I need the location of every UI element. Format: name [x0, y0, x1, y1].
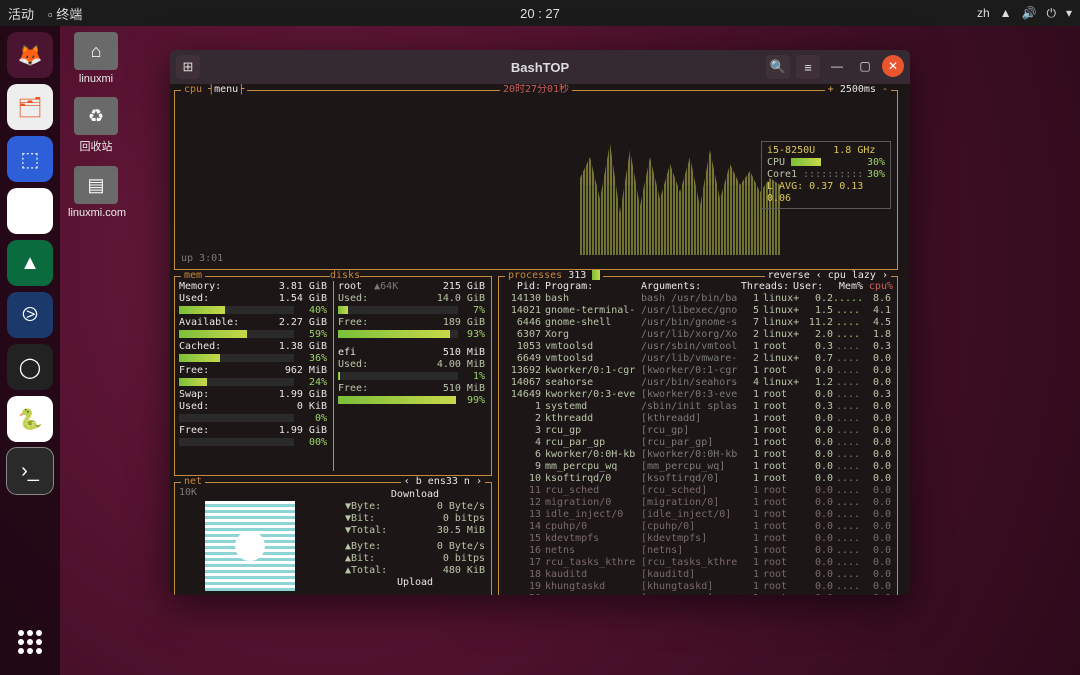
process-row[interactable]: 1053vmtoolsd/usr/sbin/vmtool1root0.3....… [503, 341, 895, 353]
mem-box: mem disks Memory:3.81 GiBUsed:1.54 GiB40… [174, 276, 492, 476]
dock-python[interactable]: 🐍 [7, 396, 53, 442]
search-icon[interactable]: 🔍 [766, 55, 790, 79]
cpu-graph [580, 115, 780, 255]
activities-button[interactable]: 活动 [8, 4, 34, 23]
process-row[interactable]: 11rcu_sched[rcu_sched]1root0.0....0.0 [503, 485, 895, 497]
dock-camera[interactable]: ◯ [7, 344, 53, 390]
process-row[interactable]: 15kdevtmpfs[kdevtmpfs]1root0.0....0.0 [503, 533, 895, 545]
dock: 🦊 🗂 ⬚ ⚙ ▲ ⧁ ◯ 🐍 ›_ [0, 26, 60, 675]
caret-down-icon[interactable]: ▾ [1066, 6, 1072, 20]
process-row[interactable]: 14cpuhp/0[cpuhp/0]1root0.0....0.0 [503, 521, 895, 533]
network-icon[interactable]: ▲ [1000, 6, 1012, 20]
dock-vscode[interactable]: ⧁ [7, 292, 53, 338]
show-apps-button[interactable] [7, 619, 53, 665]
qr-code [205, 501, 295, 591]
desktop-trash[interactable]: ♻回收站 [68, 97, 124, 154]
app-menu[interactable]: ▫ 终端 [48, 4, 82, 23]
process-row[interactable]: 6kworker/0:0H-kb[kworker/0:0H-kb1root0.0… [503, 449, 895, 461]
dock-screenshot[interactable]: ⬚ [7, 136, 53, 182]
cpu-clock: 20时27分01秒 [500, 84, 572, 96]
terminal-content[interactable]: cpu ┤menu├ 20时27分01秒 + 2500ms - i5-8250U… [170, 84, 910, 595]
terminal-window: ⊞ BashTOP 🔍 ≡ — ▢ ✕ cpu ┤menu├ 20时27分01秒… [170, 50, 910, 595]
process-row[interactable]: 16netns[netns]1root0.0....0.0 [503, 545, 895, 557]
process-row[interactable]: 14021gnome-terminal-/usr/libexec/gno5lin… [503, 305, 895, 317]
process-row[interactable]: 3rcu_gp[rcu_gp]1root0.0....0.0 [503, 425, 895, 437]
close-button[interactable]: ✕ [882, 55, 904, 77]
process-row[interactable]: 1systemd/sbin/init splas1root0.3....0.0 [503, 401, 895, 413]
process-row[interactable]: 18kauditd[kauditd]1root0.0....0.0 [503, 569, 895, 581]
processes-box: processes 313 reverse ‹ cpu lazy › Pid: … [498, 276, 898, 595]
desktop-home[interactable]: ⌂linuxmi [68, 32, 124, 85]
cpu-box-title: cpu ┤menu├ [181, 84, 247, 96]
menu-icon[interactable]: ≡ [796, 55, 820, 79]
process-row[interactable]: 6307Xorg/usr/lib/xorg/Xo2linux+2.0....1.… [503, 329, 895, 341]
clock[interactable]: 20 : 27 [520, 6, 560, 21]
process-row[interactable]: 13idle_inject/0[idle_inject/0]1root0.0..… [503, 509, 895, 521]
proc-header[interactable]: Pid: Program: Arguments: Threads: User: … [503, 281, 895, 293]
process-row[interactable]: 17rcu_tasks_kthre[rcu_tasks_kthre1root0.… [503, 557, 895, 569]
cpu-interval[interactable]: + 2500ms - [825, 84, 891, 96]
maximize-button[interactable]: ▢ [854, 55, 876, 77]
dock-settings[interactable]: ⚙ [7, 188, 53, 234]
process-row[interactable]: 14130bashbash /usr/bin/ba1linux+0.2.....… [503, 293, 895, 305]
process-row[interactable]: 9mm_percpu_wq[mm_percpu_wq]1root0.0....0… [503, 461, 895, 473]
process-row[interactable]: 10ksoftirqd/0[ksoftirqd/0]1root0.0....0.… [503, 473, 895, 485]
dock-terminal[interactable]: ›_ [7, 448, 53, 494]
process-row[interactable]: 14067seahorse/usr/bin/seahors4linux+1.2.… [503, 377, 895, 389]
dock-files[interactable]: 🗂 [7, 84, 53, 130]
cpu-stats: i5-8250U 1.8 GHz CPU 30% Core1 :::::::::… [761, 141, 891, 209]
process-row[interactable]: 6446gnome-shell/usr/bin/gnome-s7linux+11… [503, 317, 895, 329]
new-tab-button[interactable]: ⊞ [176, 55, 200, 79]
process-row[interactable]: 4rcu_par_gp[rcu_par_gp]1root0.0....0.0 [503, 437, 895, 449]
process-row[interactable]: 6649vmtoolsd/usr/lib/vmware-2linux+0.7..… [503, 353, 895, 365]
process-row[interactable]: 14649kworker/0:3-eve[kworker/0:3-eve1roo… [503, 389, 895, 401]
desktop-folder[interactable]: ▤linuxmi.com [68, 166, 124, 219]
power-icon[interactable]: ⏻ [1046, 6, 1056, 21]
gnome-topbar: 活动 ▫ 终端 20 : 27 zh ▲ 🔊 ⏻ ▾ [0, 0, 1080, 26]
minimize-button[interactable]: — [826, 55, 848, 77]
net-box: net ‹ b ens33 n › 10K Download Byte:0 By… [174, 482, 492, 595]
cpu-box: cpu ┤menu├ 20时27分01秒 + 2500ms - i5-8250U… [174, 90, 898, 270]
dock-firefox[interactable]: 🦊 [7, 32, 53, 78]
process-row[interactable]: 13692kworker/0:1-cgr[kworker/0:1-cgr1roo… [503, 365, 895, 377]
window-title: BashTOP [511, 60, 569, 75]
volume-icon[interactable]: 🔊 [1022, 6, 1037, 20]
process-row[interactable]: 2kthreadd[kthreadd]1root0.0....0.0 [503, 413, 895, 425]
desktop-icons: ⌂linuxmi ♻回收站 ▤linuxmi.com [68, 32, 124, 219]
process-row[interactable]: 12migration/0[migration/0]1root0.0....0.… [503, 497, 895, 509]
process-row[interactable]: 20oom_reaper[oom_reaper]1root0.0....0.0 [503, 593, 895, 595]
uptime: up 3:01 [181, 253, 223, 265]
lang-indicator[interactable]: zh [977, 6, 990, 20]
dock-android-studio[interactable]: ▲ [7, 240, 53, 286]
net-iface-selector[interactable]: ‹ b ens33 n › [401, 476, 485, 488]
process-row[interactable]: 19khungtaskd[khungtaskd]1root0.0....0.0 [503, 581, 895, 593]
titlebar[interactable]: ⊞ BashTOP 🔍 ≡ — ▢ ✕ [170, 50, 910, 84]
